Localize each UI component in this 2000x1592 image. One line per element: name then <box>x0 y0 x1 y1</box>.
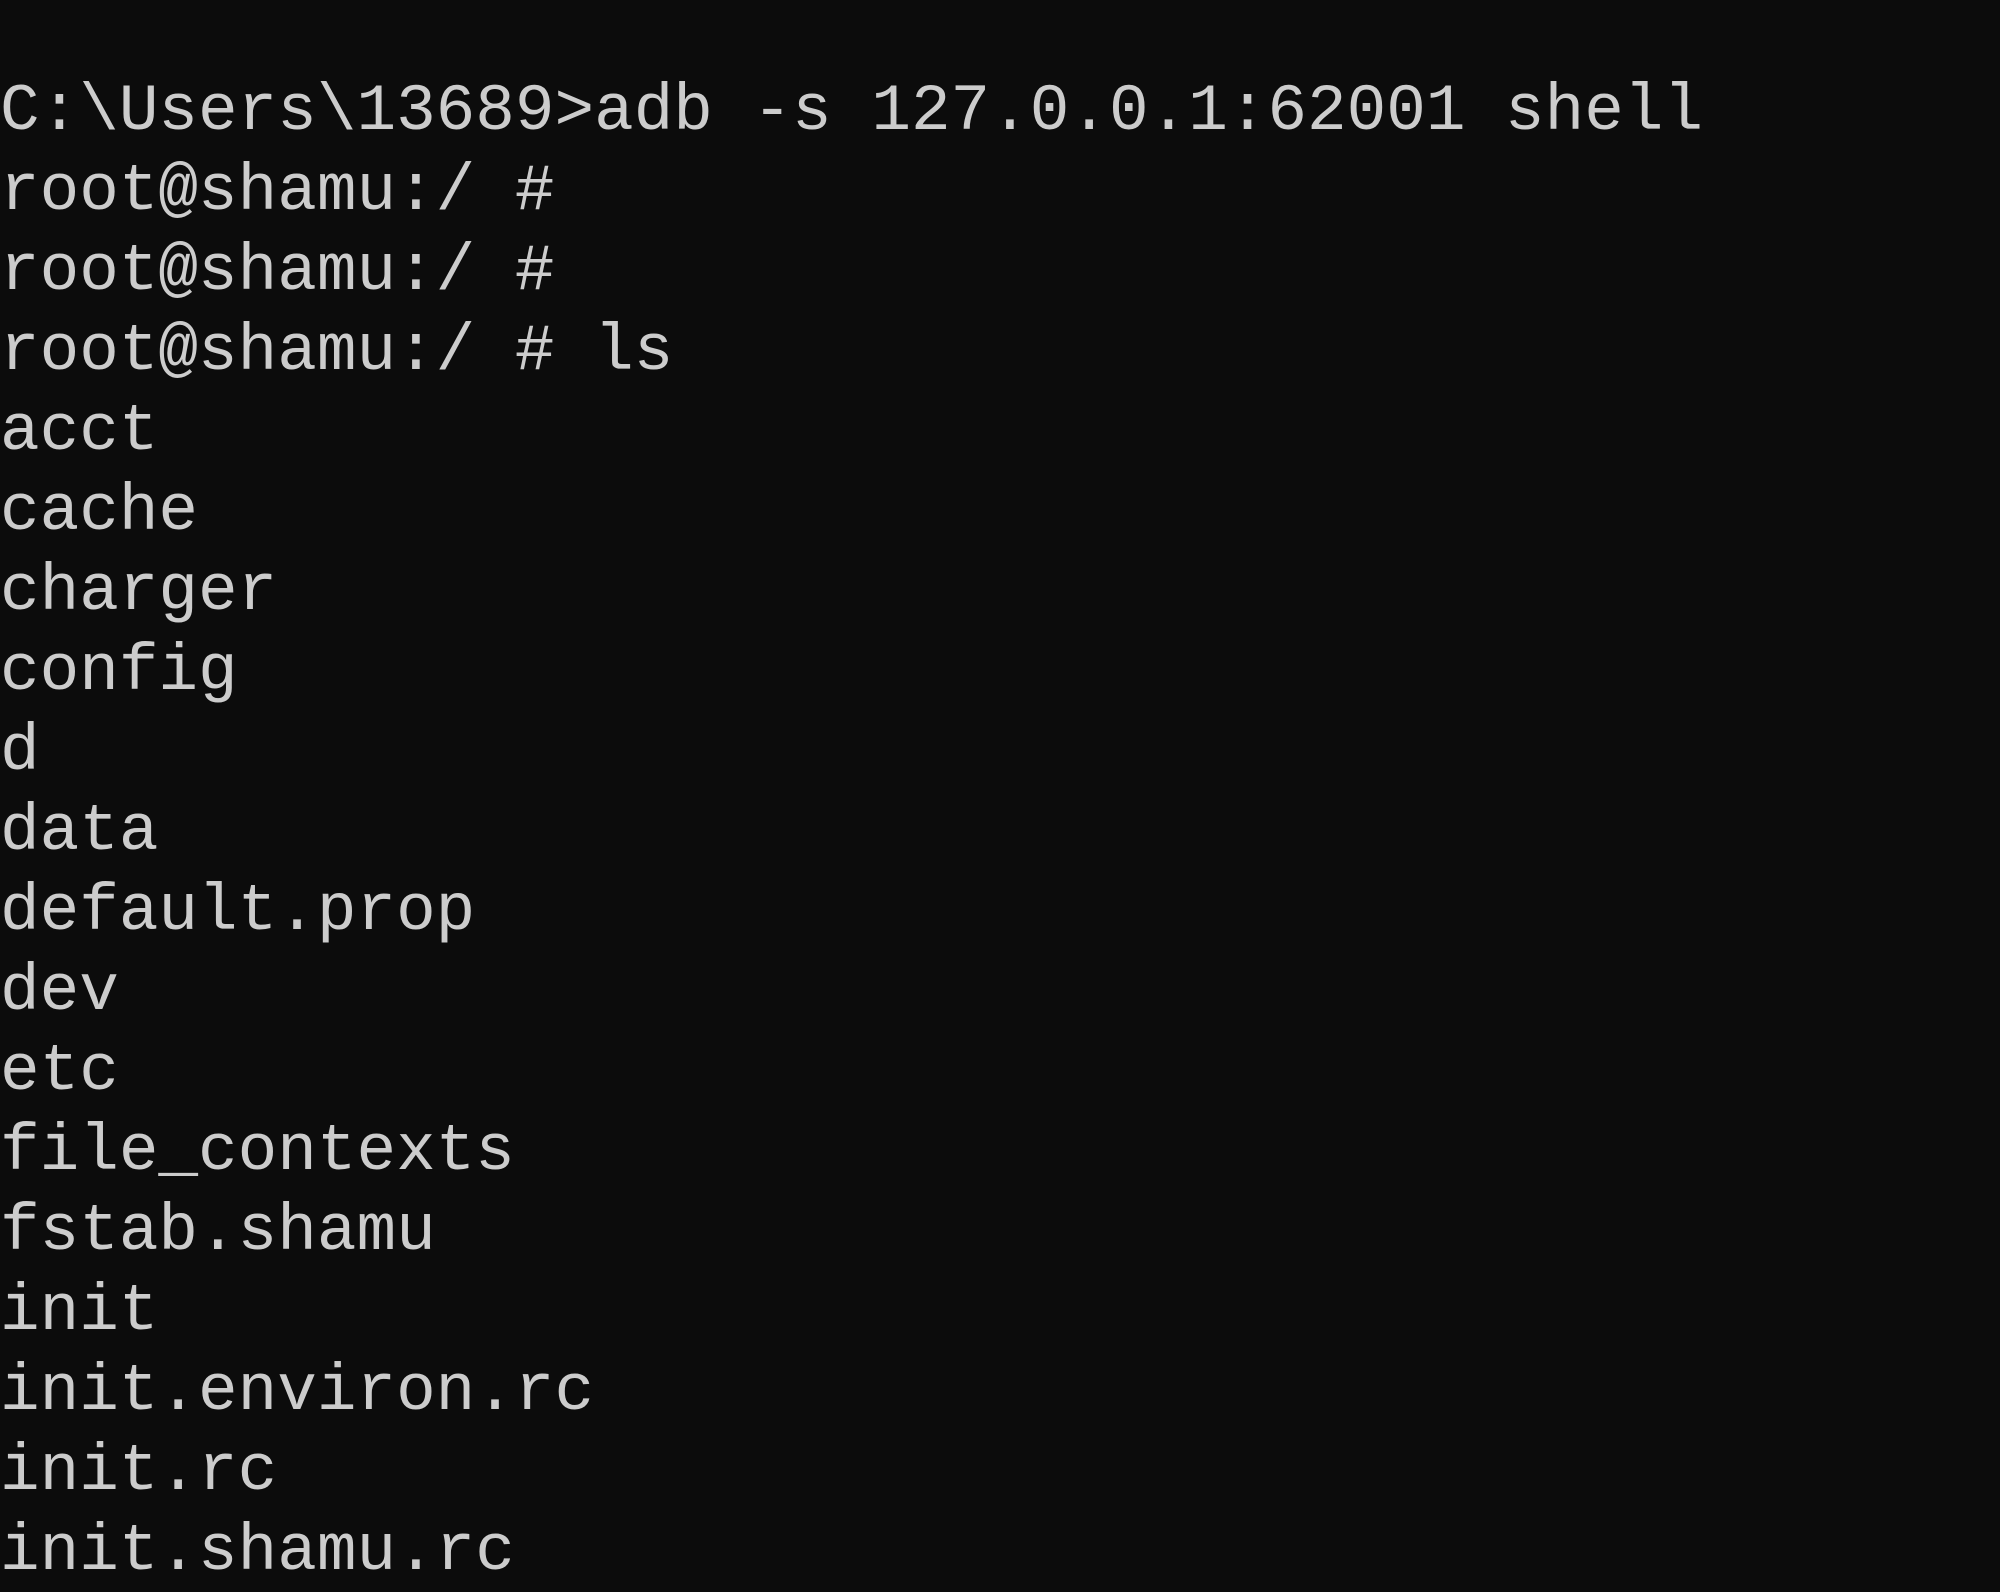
ls-output-entry: acct <box>0 394 159 469</box>
shell-prompt-line: root@shamu:/ # <box>0 234 555 309</box>
ls-output-entry: config <box>0 634 238 709</box>
ls-output-entry: data <box>0 794 159 869</box>
ls-output-entry: etc <box>0 1034 119 1109</box>
shell-prompt-line: root@shamu:/ # <box>0 154 555 229</box>
ls-output-entry: charger <box>0 554 278 629</box>
ls-output-entry: init.rc <box>0 1434 278 1509</box>
ls-output-entry: dev <box>0 954 119 1029</box>
ls-output-entry: fstab.shamu <box>0 1194 436 1269</box>
ls-output-entry: init.shamu.rc <box>0 1514 515 1589</box>
ls-output-entry: file_contexts <box>0 1114 515 1189</box>
shell-prompt-line: root@shamu:/ # ls <box>0 314 674 389</box>
ls-output-entry: default.prop <box>0 874 476 949</box>
ls-output-entry: init <box>0 1274 159 1349</box>
ls-output-entry: d <box>0 714 40 789</box>
terminal-output[interactable]: C:\Users\13689>adb -s 127.0.0.1:62001 sh… <box>0 0 2000 1589</box>
command-line: C:\Users\13689>adb -s 127.0.0.1:62001 sh… <box>0 74 1704 149</box>
ls-output-entry: cache <box>0 474 199 549</box>
ls-output-entry: init.environ.rc <box>0 1354 595 1429</box>
